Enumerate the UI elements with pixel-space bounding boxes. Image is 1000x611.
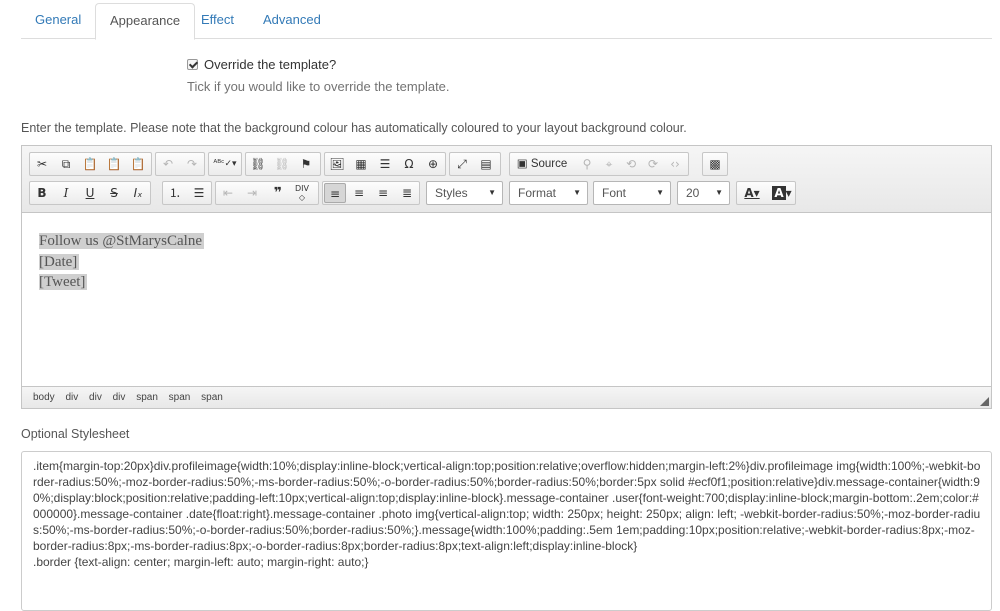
chevron-down-icon: ▼ — [715, 188, 723, 197]
cut-icon[interactable]: ✂ — [31, 154, 53, 174]
tab-effect[interactable]: Effect — [187, 3, 248, 39]
override-help-text: Tick if you would like to override the t… — [187, 79, 450, 94]
insert-group: 🖼 ▦ ☰ Ω ⊕ — [324, 152, 446, 176]
template-instructions: Enter the template. Please note that the… — [21, 121, 687, 135]
path-crumb[interactable]: span — [169, 392, 191, 403]
underline-icon[interactable]: U — [79, 183, 101, 203]
horizontal-line-icon[interactable]: ☰ — [374, 154, 396, 174]
blockquote-icon[interactable]: ❞ — [267, 183, 289, 203]
paste-text-icon[interactable]: 📋 — [103, 154, 125, 174]
background-color-icon[interactable]: A ▾ — [768, 183, 796, 203]
source-label: Source — [530, 158, 568, 170]
editor-toolbar: ✂ ⧉ 📋 📋 📋 ↶ ↷ ᴬᴮᶜ✓▾ ⛓ ⛓ ⚑ 🖼 ▦ ☰ Ω ⊕ ⤢ ▤ … — [22, 146, 991, 213]
element-path-bar: body div div div span span span — [22, 386, 991, 408]
bold-icon[interactable]: B — [31, 183, 53, 203]
editor-content[interactable]: Follow us @StMarysCalne [Date] [Tweet] — [22, 214, 991, 387]
template-editor: ✂ ⧉ 📋 📋 📋 ↶ ↷ ᴬᴮᶜ✓▾ ⛓ ⛓ ⚑ 🖼 ▦ ☰ Ω ⊕ ⤢ ▤ … — [21, 145, 992, 409]
stylesheet-textarea[interactable]: .item{margin-top:20px}div.profileimage{w… — [21, 451, 992, 611]
source-button[interactable]: ▣ Source — [512, 154, 572, 174]
path-crumb[interactable]: span — [201, 392, 223, 403]
content-line: [Date] — [39, 253, 80, 270]
div-container-icon[interactable]: DIV ◇ — [291, 183, 313, 203]
code-icon[interactable]: ‹› — [664, 154, 686, 174]
outdent-icon[interactable]: ⇤ — [217, 183, 239, 203]
align-left-icon[interactable]: ≡ — [324, 183, 346, 203]
qr-group: ▩ — [702, 152, 728, 176]
find-icon[interactable]: ⚲ — [576, 154, 598, 174]
tab-general[interactable]: General — [21, 3, 95, 39]
align-group: ≡ ≡ ≡ ≣ — [322, 181, 420, 205]
strikethrough-icon[interactable]: S — [103, 183, 125, 203]
show-blocks-icon[interactable]: ▤ — [475, 154, 497, 174]
path-crumb[interactable]: body — [33, 392, 55, 403]
bulleted-list-icon[interactable]: ☰ — [188, 183, 210, 203]
chevron-down-icon: ▼ — [488, 188, 496, 197]
undo-group: ↶ ↷ — [155, 152, 205, 176]
maximize-icon[interactable]: ⤢ — [451, 154, 473, 174]
list-group: ⒈ ☰ — [162, 181, 212, 205]
tab-bar: General Appearance Effect Advanced — [21, 0, 992, 40]
undo-icon[interactable]: ↶ — [157, 154, 179, 174]
tab-advanced[interactable]: Advanced — [249, 3, 335, 39]
styles-dropdown[interactable]: Styles ▼ — [426, 181, 503, 205]
path-crumb[interactable]: div — [89, 392, 102, 403]
font-size-dropdown[interactable]: 20 ▼ — [677, 181, 730, 205]
unlink-icon[interactable]: ⛓ — [271, 154, 293, 174]
special-char-icon[interactable]: Ω — [398, 154, 420, 174]
path-crumb[interactable]: div — [113, 392, 126, 403]
format-label: Format — [518, 186, 557, 200]
path-crumb[interactable]: span — [136, 392, 158, 403]
align-right-icon[interactable]: ≡ — [372, 183, 394, 203]
align-center-icon[interactable]: ≡ — [348, 183, 370, 203]
indent-icon[interactable]: ⇥ — [241, 183, 263, 203]
table-icon[interactable]: ▦ — [350, 154, 372, 174]
spellcheck-group: ᴬᴮᶜ✓▾ — [208, 152, 242, 176]
copy-icon[interactable]: ⧉ — [55, 154, 77, 174]
stylesheet-label: Optional Stylesheet — [21, 427, 130, 441]
template-content: Follow us @StMarysCalne [Date] [Tweet] — [39, 231, 204, 293]
paste-word-icon[interactable]: 📋 — [127, 154, 149, 174]
view-group: ⤢ ▤ — [449, 152, 501, 176]
qrcode-icon[interactable]: ▩ — [704, 154, 726, 174]
image-icon[interactable]: 🖼 — [326, 154, 348, 174]
select-all-icon[interactable]: ⟲ — [620, 154, 642, 174]
paste-icon[interactable]: 📋 — [79, 154, 101, 174]
font-size-label: 20 — [686, 186, 700, 200]
styles-label: Styles — [435, 186, 468, 200]
override-checkbox[interactable] — [187, 59, 198, 70]
link-group: ⛓ ⛓ ⚑ — [245, 152, 321, 176]
resize-handle-icon[interactable] — [980, 397, 989, 406]
spellcheck-icon[interactable]: ᴬᴮᶜ✓▾ — [210, 154, 240, 174]
content-line: [Tweet] — [39, 274, 88, 290]
tab-appearance[interactable]: Appearance — [95, 3, 196, 40]
italic-icon[interactable]: I — [55, 183, 77, 203]
chevron-down-icon: ▼ — [573, 188, 581, 197]
clipboard-group: ✂ ⧉ 📋 📋 📋 — [29, 152, 152, 176]
replace-icon[interactable]: ⌖ — [598, 154, 620, 174]
format-dropdown[interactable]: Format ▼ — [509, 181, 588, 205]
indent-group: ⇤ ⇥ ❞ DIV ◇ — [215, 181, 319, 205]
chevron-down-icon: ▼ — [656, 188, 664, 197]
remove-format-icon[interactable]: ⟳ — [642, 154, 664, 174]
content-line: Follow us @StMarysCalne — [39, 233, 204, 249]
path-crumb[interactable]: div — [65, 392, 78, 403]
iframe-globe-icon[interactable]: ⊕ — [422, 154, 444, 174]
color-group: A▾ A ▾ — [736, 181, 796, 205]
basic-styles-group: B I U S Iₓ — [29, 181, 151, 205]
text-color-icon[interactable]: A▾ — [738, 183, 766, 203]
numbered-list-icon[interactable]: ⒈ — [164, 183, 186, 203]
font-label: Font — [602, 186, 627, 200]
source-group: ▣ Source ⚲ ⌖ ⟲ ⟳ ‹› — [509, 152, 689, 176]
override-row: Override the template? — [187, 57, 336, 72]
anchor-flag-icon[interactable]: ⚑ — [295, 154, 317, 174]
redo-icon[interactable]: ↷ — [181, 154, 203, 174]
override-label: Override the template? — [204, 57, 337, 72]
font-dropdown[interactable]: Font ▼ — [593, 181, 671, 205]
remove-format-icon[interactable]: Iₓ — [127, 183, 149, 203]
justify-icon[interactable]: ≣ — [396, 183, 418, 203]
link-icon[interactable]: ⛓ — [247, 154, 269, 174]
